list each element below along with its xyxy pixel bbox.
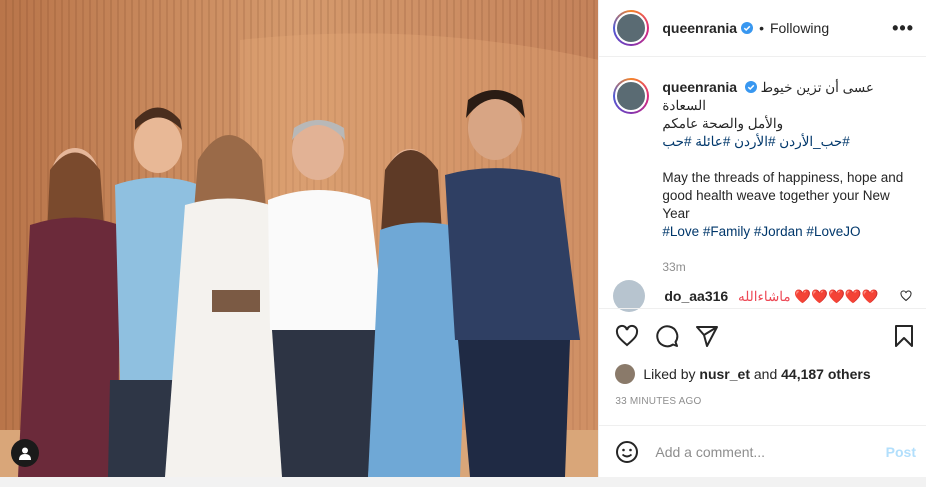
following-button[interactable]: Following bbox=[770, 20, 829, 36]
author-avatar[interactable] bbox=[613, 10, 650, 46]
likes-line: Liked by nusr_et and 44,187 others bbox=[615, 364, 871, 384]
post-comment-button[interactable]: Post bbox=[886, 444, 916, 460]
caption-time: 33m bbox=[662, 260, 686, 274]
emoji-icon[interactable] bbox=[615, 440, 639, 464]
post-timestamp[interactable]: 33 MINUTES AGO bbox=[615, 396, 701, 407]
caption-arabic-line2: والأمل والصحة عامكم bbox=[662, 116, 784, 131]
family-photo bbox=[0, 0, 599, 477]
caption-english-hashtags[interactable]: #Love #Family #Jordan #LoveJO bbox=[662, 223, 912, 241]
comment-icon[interactable] bbox=[655, 324, 679, 348]
post-caption: queenrania عسى أن تزين خيوط السعادة والأ… bbox=[613, 78, 914, 276]
separator-dot: • bbox=[759, 20, 764, 36]
caption-english-text: May the threads of happiness, hope and g… bbox=[662, 170, 904, 221]
likes-middle: and bbox=[749, 366, 782, 382]
liker-username[interactable]: nusr_et bbox=[699, 366, 750, 382]
caption-username[interactable]: queenrania bbox=[662, 79, 737, 95]
liker-avatar[interactable] bbox=[615, 364, 636, 384]
bottom-divider bbox=[0, 477, 926, 487]
likes-count[interactable]: 44,187 others bbox=[781, 366, 871, 382]
action-bar bbox=[599, 308, 926, 363]
author-username[interactable]: queenrania bbox=[662, 20, 737, 36]
add-comment-bar: Add a comment... Post bbox=[599, 425, 926, 478]
comment-text: ماشاءالله ❤️❤️❤️❤️❤️ bbox=[737, 288, 879, 304]
post-header: queenrania • Following ••• bbox=[599, 0, 926, 57]
post-side-panel: queenrania • Following ••• queenrania عس… bbox=[598, 0, 926, 477]
verified-icon bbox=[744, 81, 757, 93]
verified-icon bbox=[741, 22, 754, 34]
save-icon[interactable] bbox=[892, 324, 916, 348]
caption-arabic-hashtags[interactable]: #حب_الأردن #الأردن #عائلة #حب bbox=[662, 133, 912, 151]
post-dialog: queenrania • Following ••• queenrania عس… bbox=[0, 0, 926, 487]
more-icon[interactable]: ••• bbox=[892, 18, 914, 39]
tag-user-icon bbox=[19, 447, 31, 460]
commenter-username[interactable]: do_aa316 bbox=[664, 288, 728, 304]
likes-prefix: Liked by bbox=[643, 366, 700, 382]
comment-text-block: do_aa316 ماشاءالله ❤️❤️❤️❤️❤️ bbox=[664, 288, 878, 305]
comment-like-icon[interactable] bbox=[900, 290, 912, 302]
tagged-users-button[interactable] bbox=[11, 439, 39, 467]
comment-input[interactable]: Add a comment... bbox=[655, 444, 885, 460]
caption-avatar[interactable] bbox=[613, 78, 650, 114]
caption-body: queenrania عسى أن تزين خيوط السعادة والأ… bbox=[662, 78, 912, 276]
share-icon[interactable] bbox=[695, 324, 719, 348]
heart-icon[interactable] bbox=[615, 324, 639, 348]
post-image[interactable] bbox=[0, 0, 599, 477]
